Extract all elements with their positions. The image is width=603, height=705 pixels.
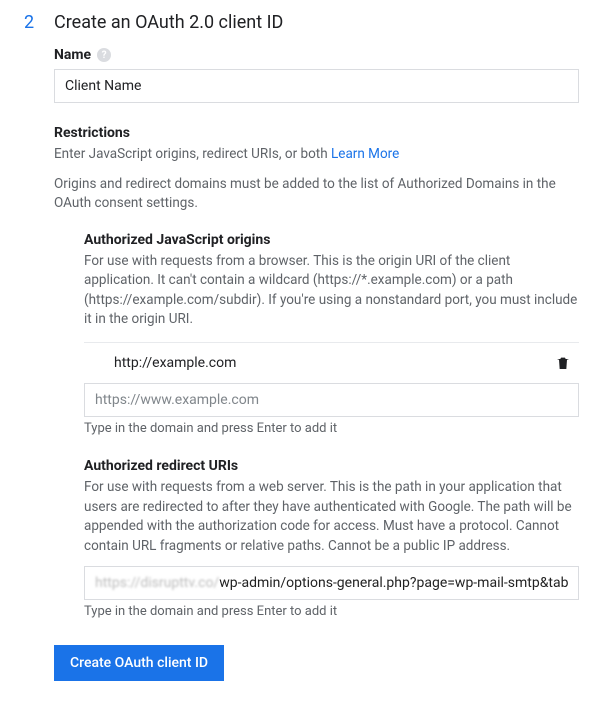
consent-settings-link[interactable]: OAuth consent settings <box>54 195 194 211</box>
restrictions-domains-note: Origins and redirect domains must be add… <box>54 175 579 214</box>
redirect-uri-host: https://disrupttv.co/ <box>95 575 219 591</box>
name-label-row: Name ? <box>54 47 579 63</box>
create-oauth-client-button[interactable]: Create OAuth client ID <box>54 645 224 681</box>
origin-row: http://example.com <box>84 343 579 383</box>
restrictions-desc-text: Enter JavaScript origins, redirect URIs,… <box>54 146 331 162</box>
step-title: Create an OAuth 2.0 client ID <box>54 12 283 33</box>
name-label: Name <box>54 47 91 63</box>
help-icon[interactable]: ? <box>97 48 111 62</box>
domains-note-suffix: . <box>194 195 198 211</box>
learn-more-link[interactable]: Learn More <box>331 146 399 162</box>
js-origin-hint: Type in the domain and press Enter to ad… <box>84 421 579 436</box>
restrictions-desc: Enter JavaScript origins, redirect URIs,… <box>54 145 579 165</box>
step-number: 2 <box>24 12 38 33</box>
origin-value: http://example.com <box>114 355 555 371</box>
step-header: 2 Create an OAuth 2.0 client ID <box>24 12 579 33</box>
restrictions-title: Restrictions <box>54 125 579 141</box>
redirect-uris-desc: For use with requests from a web server.… <box>84 478 579 556</box>
js-origins-title: Authorized JavaScript origins <box>84 232 579 248</box>
redirect-uri-hint: Type in the domain and press Enter to ad… <box>84 604 579 619</box>
js-origins-desc: For use with requests from a browser. Th… <box>84 252 579 330</box>
js-origin-input[interactable] <box>84 383 579 417</box>
redirect-uri-input[interactable]: https://disrupttv.co/wp-admin/options-ge… <box>84 566 579 600</box>
name-input[interactable] <box>54 69 579 103</box>
domains-note-prefix: Origins and redirect domains must be add… <box>54 176 556 192</box>
trash-icon[interactable] <box>555 355 571 371</box>
redirect-uri-path: wp-admin/options-general.php?page=wp-mai… <box>219 575 568 591</box>
redirect-uris-title: Authorized redirect URIs <box>84 458 579 474</box>
